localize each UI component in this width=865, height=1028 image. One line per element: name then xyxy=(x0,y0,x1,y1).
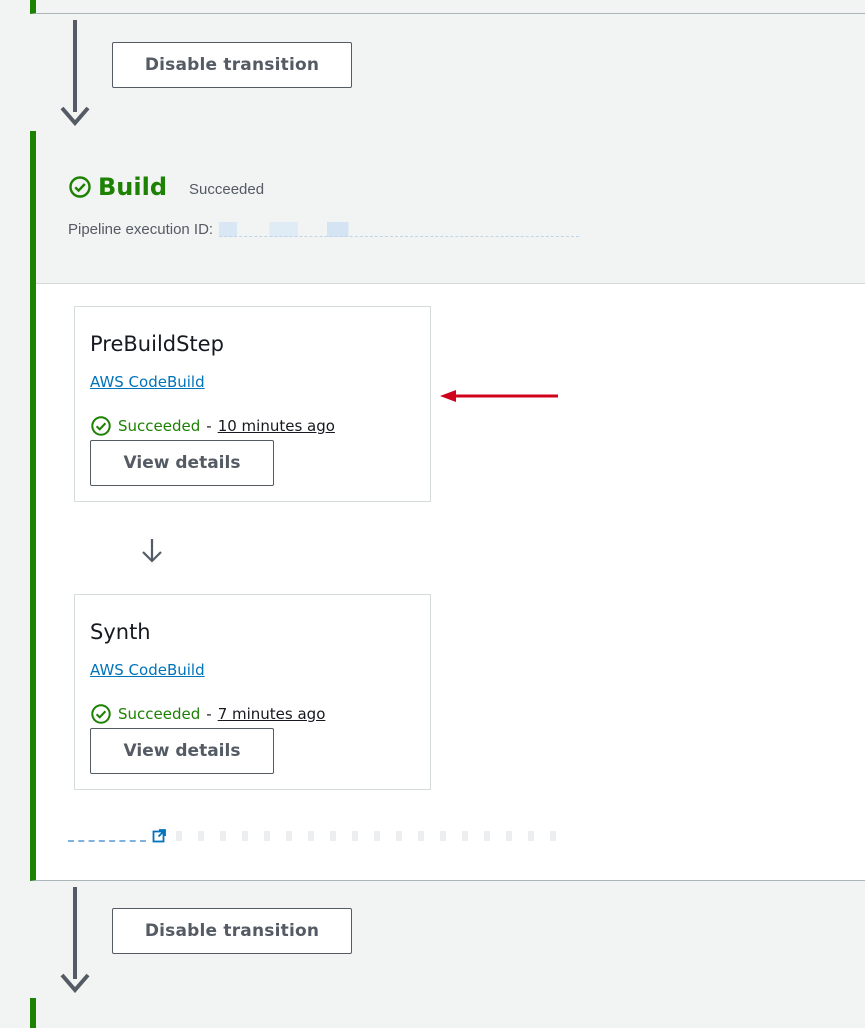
check-circle-icon xyxy=(91,704,111,724)
provider-link[interactable]: AWS CodeBuild xyxy=(90,373,205,391)
execution-id-label: Pipeline execution ID: xyxy=(68,221,214,238)
status-separator: - xyxy=(206,705,212,723)
stage-header: Build Succeeded Pipeline execution ID: xyxy=(36,131,865,284)
stage-build: Build Succeeded Pipeline execution ID: P… xyxy=(30,131,865,881)
action-status: Succeeded xyxy=(118,417,201,435)
action-card-prebuildstep: PreBuildStep AWS CodeBuild Succeeded - 1… xyxy=(74,306,431,502)
next-stage xyxy=(30,998,865,1028)
provider-link[interactable]: AWS CodeBuild xyxy=(90,661,205,679)
stage-status: Succeeded xyxy=(189,180,265,198)
check-circle-icon xyxy=(69,176,91,198)
check-circle-icon xyxy=(91,416,111,436)
action-time-link[interactable]: 7 minutes ago xyxy=(218,705,326,723)
transition-arrow-icon xyxy=(60,20,90,130)
external-link-icon[interactable] xyxy=(152,829,166,843)
action-name: PreBuildStep xyxy=(90,332,224,356)
execution-id-link[interactable] xyxy=(219,222,580,237)
source-revision-description xyxy=(176,831,556,841)
previous-stage xyxy=(30,0,865,14)
disable-transition-button[interactable]: Disable transition xyxy=(112,908,352,954)
annotation-arrow-icon xyxy=(440,390,558,402)
status-separator: - xyxy=(206,417,212,435)
transition-arrow-icon xyxy=(60,887,90,997)
view-details-button[interactable]: View details xyxy=(90,440,274,486)
view-details-button[interactable]: View details xyxy=(90,728,274,774)
disable-transition-button[interactable]: Disable transition xyxy=(112,42,352,88)
arrow-down-icon xyxy=(142,539,162,563)
action-card-synth: Synth AWS CodeBuild Succeeded - 7 minute… xyxy=(74,594,431,790)
action-time-link[interactable]: 10 minutes ago xyxy=(218,417,335,435)
source-revision-link[interactable] xyxy=(68,830,146,842)
source-revision-row xyxy=(68,826,556,846)
action-status: Succeeded xyxy=(118,705,201,723)
action-name: Synth xyxy=(90,620,151,644)
stage-title: Build xyxy=(98,173,168,201)
